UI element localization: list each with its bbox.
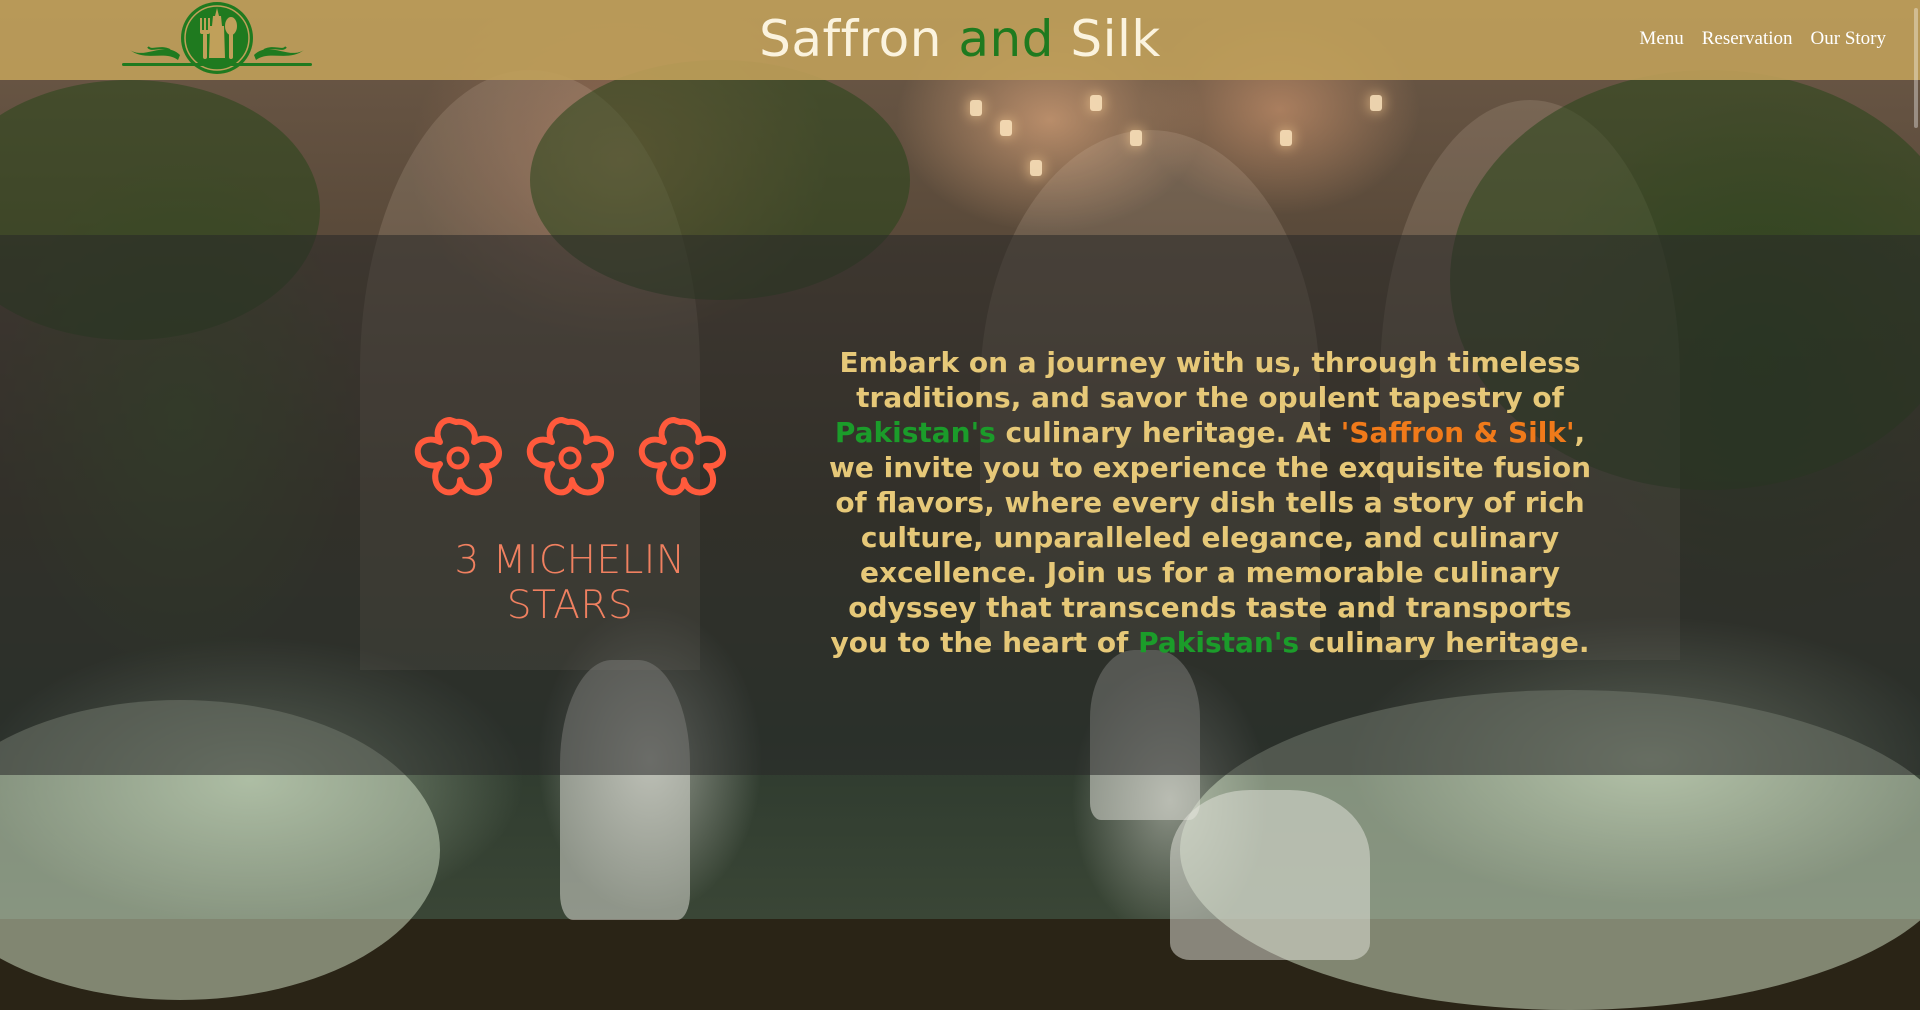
dining-chair xyxy=(1170,790,1370,960)
lantern xyxy=(1000,120,1012,136)
lantern xyxy=(1090,95,1102,111)
site-header: Saffron and Silk Menu Reservation Our St… xyxy=(0,0,1920,80)
michelin-star-flower-icon xyxy=(400,410,740,530)
main-nav: Menu Reservation Our Story xyxy=(1639,28,1886,50)
site-title-part: Saffron xyxy=(759,10,942,68)
lantern xyxy=(1130,130,1142,146)
intro-text: culinary heritage. At xyxy=(995,416,1341,449)
intro-text: culinary heritage. xyxy=(1299,626,1590,659)
nav-link-menu[interactable]: Menu xyxy=(1639,28,1683,50)
michelin-caption: 3 MICHELIN STARS xyxy=(454,538,686,628)
intro-paragraph: Embark on a journey with us, through tim… xyxy=(815,345,1605,660)
site-title-accent: and xyxy=(958,10,1054,68)
lantern xyxy=(970,100,982,116)
intro-text: Embark on a journey with us, through tim… xyxy=(839,346,1581,414)
site-title[interactable]: Saffron and Silk xyxy=(0,10,1920,68)
site-title-part: Silk xyxy=(1070,10,1161,68)
page-scrollbar[interactable] xyxy=(1914,8,1918,128)
intro-highlight: 'Saffron & Silk' xyxy=(1340,416,1575,449)
lantern xyxy=(1280,130,1292,146)
nav-link-our-story[interactable]: Our Story xyxy=(1811,28,1886,50)
hero-band: 3 MICHELIN STARS Embark on a journey wit… xyxy=(0,235,1920,775)
intro-highlight: Pakistan's xyxy=(834,416,996,449)
lantern xyxy=(1370,95,1382,111)
michelin-stars-badge: 3 MICHELIN STARS xyxy=(400,410,750,628)
intro-text: , we invite you to experience the exquis… xyxy=(828,416,1591,659)
lantern xyxy=(1030,160,1042,176)
nav-link-reservation[interactable]: Reservation xyxy=(1702,28,1793,50)
intro-highlight: Pakistan's xyxy=(1138,626,1300,659)
